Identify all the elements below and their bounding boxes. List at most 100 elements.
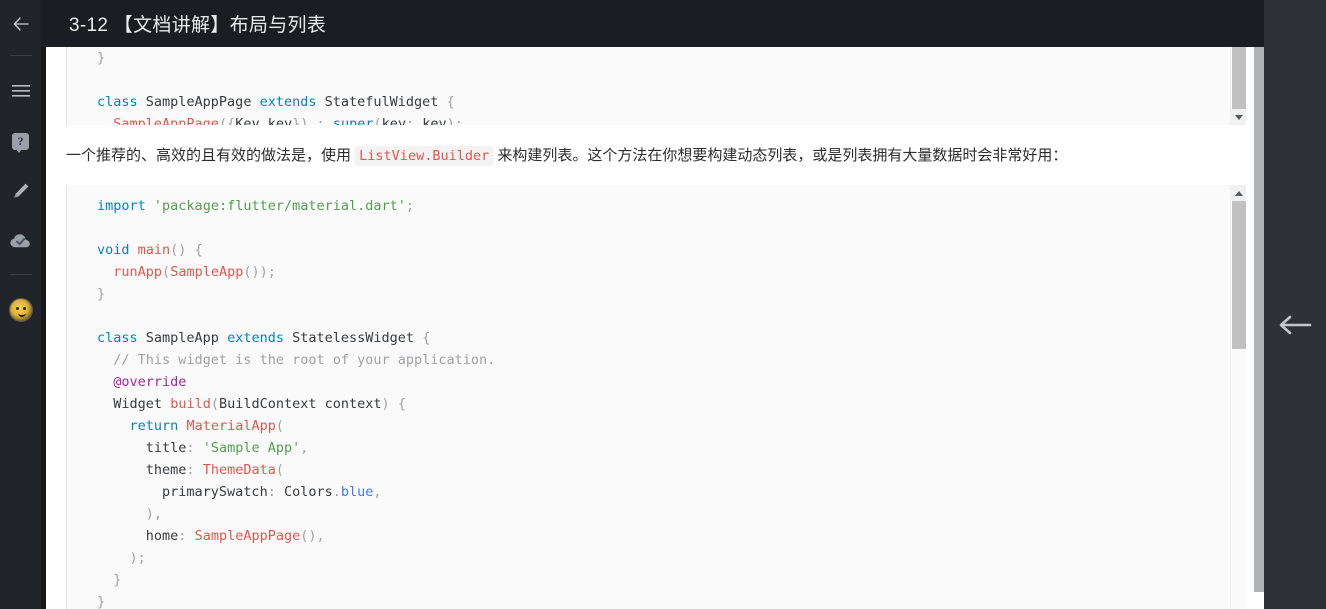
back-arrow-icon xyxy=(13,16,29,31)
code-token: class xyxy=(97,330,138,346)
code-token: , xyxy=(300,440,309,456)
code-main-scroll-thumb[interactable] xyxy=(1232,201,1246,349)
code-token: ; xyxy=(405,198,415,214)
code-token: blue xyxy=(340,484,374,500)
code-main-scrollbar[interactable] xyxy=(1230,185,1246,609)
header-bar: 3-12 【文档讲解】布局与列表 xyxy=(41,0,1326,47)
code-token: : xyxy=(267,484,276,500)
paragraph-listview-builder: 一个推荐的、高效的且有效的做法是，使用 ListView.Builder 来构建… xyxy=(66,141,1246,171)
sidebar-item-saved[interactable] xyxy=(0,216,41,266)
code-token: SampleAppPage xyxy=(145,94,252,110)
code-token: SampleAppPage xyxy=(113,116,219,125)
code-main-scroll-up-button[interactable] xyxy=(1231,185,1246,201)
code-token: ( xyxy=(210,396,219,412)
collapse-panel-button[interactable] xyxy=(1275,305,1317,345)
code-token: key xyxy=(414,116,447,125)
code-token: return xyxy=(129,418,179,434)
arrow-left-icon xyxy=(1279,315,1312,335)
code-token: MaterialApp xyxy=(186,418,276,434)
page-scroll-thumb[interactable] xyxy=(1254,47,1264,592)
avatar-icon xyxy=(8,298,33,322)
code-token: void xyxy=(97,242,130,258)
code-token: SampleAppPage xyxy=(194,528,301,544)
avatar-mouth xyxy=(17,313,26,317)
code-token: title xyxy=(145,440,187,456)
sidebar-item-menu[interactable] xyxy=(0,66,41,116)
code-main-text: import 'package:flutter/material.dart'; … xyxy=(67,185,1246,609)
code-block-top[interactable]: } class SampleAppPage extends StatefulWi… xyxy=(66,47,1246,125)
code-token: : xyxy=(186,440,195,456)
code-token: theme xyxy=(145,462,187,478)
code-token: ( xyxy=(275,462,284,478)
code-token: super xyxy=(332,116,374,125)
code-block-main[interactable]: import 'package:flutter/material.dart'; … xyxy=(66,185,1246,609)
code-token: primarySwatch xyxy=(162,484,268,500)
sidebar-item-account[interactable] xyxy=(0,285,41,335)
code-token: { xyxy=(227,116,236,125)
sidebar-divider-top xyxy=(9,55,32,56)
paragraph-text-after: 来构建列表。这个方法在你想要构建动态列表，或是列表拥有大量数据时会非常好用： xyxy=(493,147,1068,164)
sidebar-item-back[interactable] xyxy=(0,0,41,47)
question-mark-glyph: ? xyxy=(17,134,24,148)
code-token: } xyxy=(97,50,106,66)
sidebar-item-note[interactable] xyxy=(0,166,41,216)
code-top-scroll-thumb[interactable] xyxy=(1232,47,1246,117)
code-token: @override xyxy=(113,374,187,390)
code-top-scrollbar[interactable] xyxy=(1230,47,1246,125)
code-token: ( xyxy=(373,116,382,125)
left-sidebar: ? xyxy=(0,0,41,609)
code-token: ; xyxy=(454,116,463,125)
code-token: } xyxy=(97,286,106,302)
code-token: 'package:flutter/material.dart' xyxy=(153,198,406,214)
code-token: ; xyxy=(267,264,276,280)
avatar-eye-left xyxy=(15,307,19,310)
code-token: . xyxy=(332,484,341,500)
page-scrollbar[interactable] xyxy=(1254,47,1264,609)
code-token: } xyxy=(113,572,122,588)
code-token: { xyxy=(446,94,455,110)
code-token: () xyxy=(170,242,187,258)
code-token: extends xyxy=(227,330,284,346)
pencil-icon xyxy=(13,183,28,198)
code-top-scroll-down-button[interactable] xyxy=(1231,109,1246,125)
code-token: ( xyxy=(162,264,171,280)
code-token: StatefulWidget xyxy=(324,94,439,110)
code-token: runApp xyxy=(113,264,163,280)
avatar-eye-right xyxy=(22,307,26,310)
sidebar-item-help[interactable]: ? xyxy=(0,116,41,166)
code-token: 'Sample App' xyxy=(202,440,301,456)
code-token: import xyxy=(97,198,146,214)
code-token: BuildContext context xyxy=(218,396,382,412)
code-token: // This widget is the root of your appli… xyxy=(113,352,496,368)
code-token: ( xyxy=(275,418,284,434)
code-token: Key key xyxy=(235,116,293,125)
page-title: 3-12 【文档讲解】布局与列表 xyxy=(69,15,327,36)
code-token: ) xyxy=(381,396,390,412)
code-token: SampleApp xyxy=(145,330,219,346)
code-top-text: } class SampleAppPage extends StatefulWi… xyxy=(67,47,1246,125)
code-token: , xyxy=(373,484,382,500)
code-token: , xyxy=(153,506,163,522)
cloud-check-icon xyxy=(9,234,30,248)
app-window: ? 3-12 【文档讲解】布局与列表} class SampleAppPage… xyxy=(0,0,1326,609)
code-token: class xyxy=(97,94,138,110)
